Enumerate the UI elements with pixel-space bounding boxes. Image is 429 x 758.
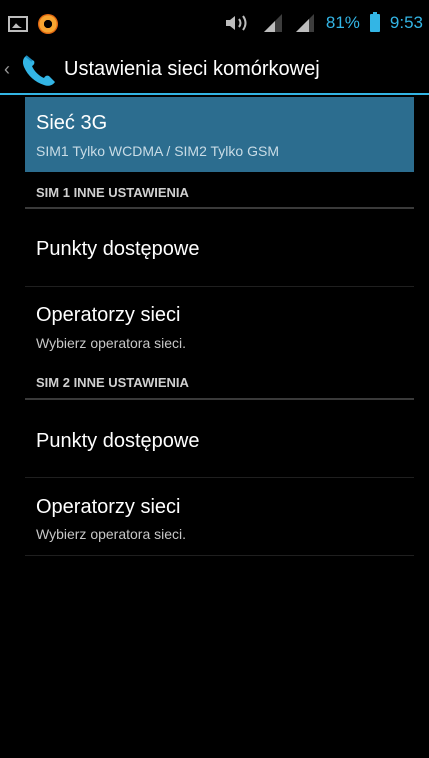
sim2-section-divider bbox=[25, 398, 414, 400]
app-notification-icon bbox=[38, 14, 58, 34]
list-divider bbox=[25, 477, 414, 478]
status-bar: 81% 9:53 bbox=[0, 0, 429, 48]
sim1-network-operators-item[interactable]: Operatorzy sieci bbox=[36, 304, 181, 327]
list-divider bbox=[25, 555, 414, 556]
screen: 81% 9:53 ‹ Ustawienia sieci komórkowej S… bbox=[0, 0, 429, 758]
sim2-network-operators-item[interactable]: Operatorzy sieci bbox=[36, 496, 181, 519]
picture-icon bbox=[8, 16, 28, 32]
sim2-network-operators-subtitle: Wybierz operatora sieci. bbox=[36, 526, 187, 542]
phone-icon[interactable] bbox=[20, 52, 58, 88]
signal-sim1-icon bbox=[263, 14, 282, 32]
action-bar: ‹ Ustawienia sieci komórkowej bbox=[0, 48, 429, 94]
sim1-network-operators-subtitle: Wybierz operatora sieci. bbox=[36, 335, 187, 351]
sim1-section-header: SIM 1 INNE USTAWIENIA bbox=[36, 185, 189, 200]
sim2-section-header: SIM 2 INNE USTAWIENIA bbox=[36, 375, 189, 390]
network-3g-subtitle: SIM1 Tylko WCDMA / SIM2 Tylko GSM bbox=[36, 143, 279, 159]
signal-sim2-icon bbox=[295, 14, 314, 32]
clock: 9:53 bbox=[389, 13, 423, 32]
notification-icons bbox=[8, 14, 58, 34]
sim1-access-points-item[interactable]: Punkty dostępowe bbox=[36, 238, 199, 261]
list-divider bbox=[25, 286, 414, 287]
sim2-access-points-item[interactable]: Punkty dostępowe bbox=[36, 430, 199, 453]
page-title: Ustawienia sieci komórkowej bbox=[64, 58, 320, 80]
action-bar-divider bbox=[0, 93, 429, 95]
system-icons: 81% 9:53 bbox=[224, 10, 423, 36]
battery-icon bbox=[369, 12, 380, 32]
up-navigation-icon[interactable]: ‹ bbox=[4, 58, 14, 80]
sim1-section-divider bbox=[25, 207, 414, 209]
battery-percent: 81% bbox=[325, 13, 360, 32]
volume-icon bbox=[225, 15, 247, 31]
network-3g-title: Sieć 3G bbox=[36, 112, 108, 134]
